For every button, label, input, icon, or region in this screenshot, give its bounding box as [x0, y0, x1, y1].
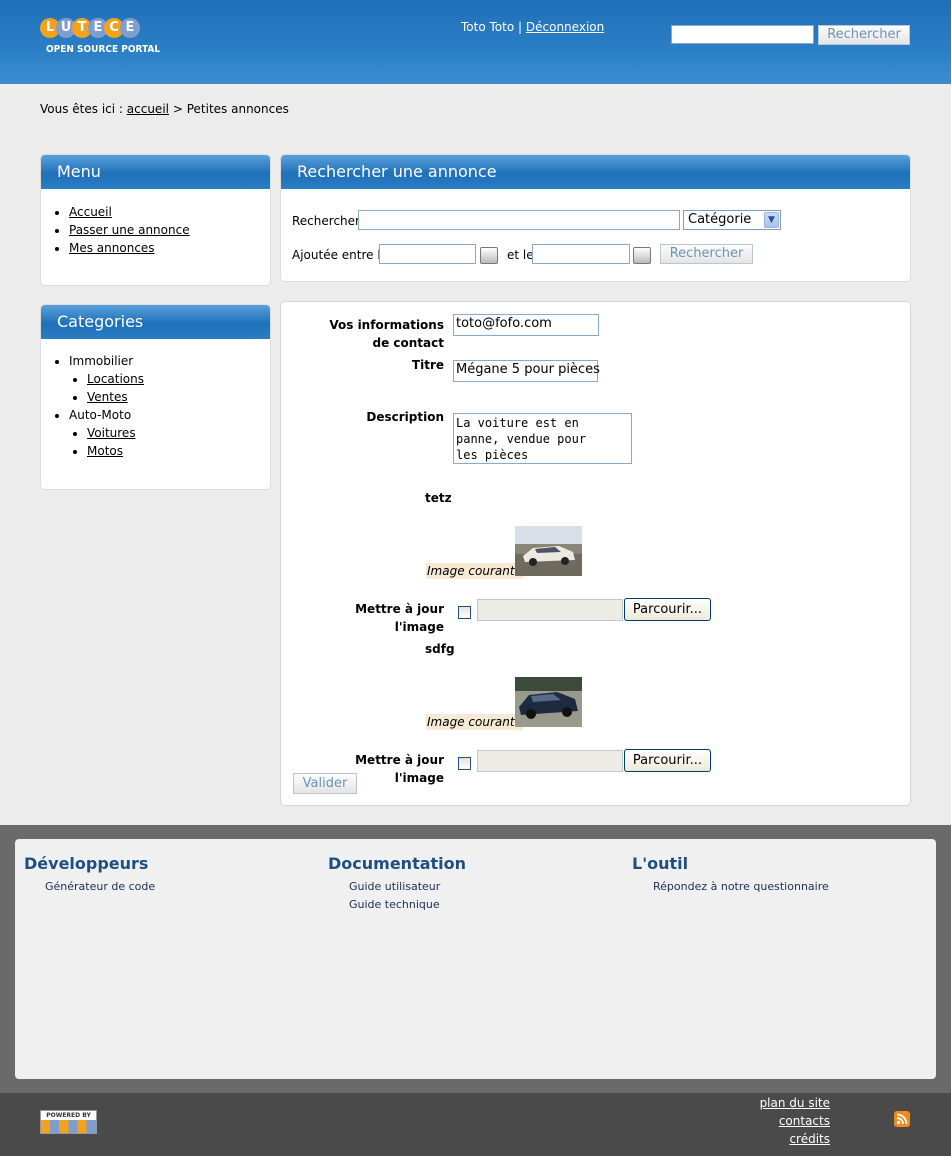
categories-list: Immobilier Locations Ventes Auto-Moto Vo… [41, 352, 270, 460]
category-group-label: Auto-Moto [69, 408, 132, 422]
image-name-label: tetz [425, 491, 452, 505]
calendar-icon[interactable] [633, 247, 651, 264]
date-and-label: et le [507, 248, 534, 262]
menu-item: Accueil [69, 203, 270, 221]
sitemap-link[interactable]: plan du site [760, 1096, 830, 1110]
date-from-input[interactable] [379, 244, 476, 264]
current-image-thumbnail[interactable] [515, 526, 582, 576]
menu-link-accueil[interactable]: Accueil [69, 205, 112, 219]
footer-column-title: Développeurs [24, 854, 149, 873]
credits-link[interactable]: crédits [789, 1132, 830, 1146]
rss-icon[interactable] [894, 1111, 910, 1127]
categories-title: Categories [41, 305, 270, 339]
contacts-link[interactable]: contacts [779, 1114, 830, 1128]
site-header: L U T E C E OPEN SOURCE PORTAL Toto Toto… [0, 0, 951, 84]
breadcrumb-separator: > [172, 102, 183, 116]
menu-link-passer-annonce[interactable]: Passer une annonce [69, 223, 190, 237]
description-label: Description [366, 410, 444, 424]
category-link-locations[interactable]: Locations [87, 372, 144, 386]
description-textarea[interactable]: La voiture est en panne, vendue pour les… [453, 413, 632, 464]
menu-item: Mes annonces [69, 239, 270, 257]
browse-button[interactable]: Parcourir... [624, 598, 711, 621]
user-separator: | [518, 20, 523, 34]
search-panel: Rechercher une annonce Rechercher Catégo… [280, 154, 911, 282]
footer-link[interactable]: Guide technique [349, 898, 440, 911]
footer-content [15, 839, 936, 1079]
powered-by-lutece-badge[interactable]: POWERED BY [40, 1110, 97, 1134]
category-group: Immobilier Locations Ventes [69, 352, 270, 406]
menu-panel: Menu Accueil Passer une annonce Mes anno… [40, 154, 271, 286]
search-panel-title: Rechercher une annonce [281, 155, 910, 189]
chevron-down-icon[interactable]: ▼ [764, 212, 779, 228]
date-to-input[interactable] [532, 244, 630, 264]
breadcrumb-home-link[interactable]: accueil [127, 102, 169, 116]
footer-column-title: L'outil [632, 854, 689, 873]
footer-link[interactable]: Générateur de code [45, 880, 155, 893]
date-range-label: Ajoutée entre le [292, 248, 389, 262]
category-item: Ventes [87, 388, 270, 406]
ad-edit-form: Vos informations de contact toto@fofo.co… [280, 301, 911, 806]
menu-list: Accueil Passer une annonce Mes annonces [41, 203, 270, 257]
category-group: Auto-Moto Voitures Motos [69, 406, 270, 460]
submit-button[interactable]: Valider [293, 773, 357, 794]
breadcrumb: Vous êtes ici : accueil > Petites annonc… [40, 102, 289, 116]
menu-item: Passer une annonce [69, 221, 270, 239]
site-search-input[interactable] [671, 25, 814, 44]
category-item: Voitures [87, 424, 270, 442]
breadcrumb-prefix: Vous êtes ici : [40, 102, 123, 116]
category-select-value: Catégorie [688, 212, 752, 227]
contact-label: Vos informations de contact [329, 318, 444, 350]
category-select[interactable]: Catégorie ▼ [683, 210, 781, 230]
category-item: Motos [87, 442, 270, 460]
footer-column-title: Documentation [328, 854, 467, 873]
footer-link[interactable]: Répondez à notre questionnaire [653, 880, 829, 893]
update-image-label: Mettre à jour l'image [355, 602, 444, 634]
category-link-motos[interactable]: Motos [87, 444, 123, 458]
category-link-voitures[interactable]: Voitures [87, 426, 136, 440]
breadcrumb-current: Petites annonces [186, 102, 289, 116]
categories-panel: Categories Immobilier Locations Ventes A… [40, 304, 271, 490]
user-name: Toto Toto [461, 20, 515, 34]
search-query-input[interactable] [358, 210, 680, 230]
logo-subtitle: OPEN SOURCE PORTAL [46, 44, 161, 55]
logout-link[interactable]: Déconnexion [526, 20, 604, 34]
category-link-ventes[interactable]: Ventes [87, 390, 128, 404]
calendar-icon[interactable] [480, 247, 498, 264]
logo-letter: E [120, 18, 140, 38]
user-area: Toto Toto | Déconnexion [461, 20, 604, 34]
lutece-logo[interactable]: L U T E C E OPEN SOURCE PORTAL [40, 18, 160, 60]
file-path-input[interactable] [477, 750, 623, 772]
browse-button[interactable]: Parcourir... [624, 749, 711, 772]
update-image-checkbox[interactable] [458, 606, 471, 619]
search-query-label: Rechercher [292, 214, 360, 228]
badge-logo-icon [41, 1120, 96, 1133]
menu-link-mes-annonces[interactable]: Mes annonces [69, 241, 155, 255]
title-label: Titre [411, 358, 444, 372]
site-search-button[interactable]: Rechercher [818, 25, 910, 45]
search-submit-button[interactable]: Rechercher [660, 244, 753, 264]
image-name-label: sdfg [425, 642, 455, 656]
file-path-input[interactable] [477, 599, 623, 621]
contact-input[interactable]: toto@fofo.com [453, 314, 599, 336]
current-image-thumbnail[interactable] [515, 677, 582, 727]
menu-title: Menu [41, 155, 270, 189]
current-image-label: Image courante [426, 714, 523, 730]
category-item: Locations [87, 370, 270, 388]
title-input[interactable]: Mégane 5 pour pièces [453, 360, 600, 382]
update-image-checkbox[interactable] [458, 757, 471, 770]
current-image-label: Image courante [426, 563, 523, 579]
powered-by-label: POWERED BY [46, 1112, 91, 1119]
category-group-label: Immobilier [69, 354, 134, 368]
footer-link[interactable]: Guide utilisateur [349, 880, 440, 893]
